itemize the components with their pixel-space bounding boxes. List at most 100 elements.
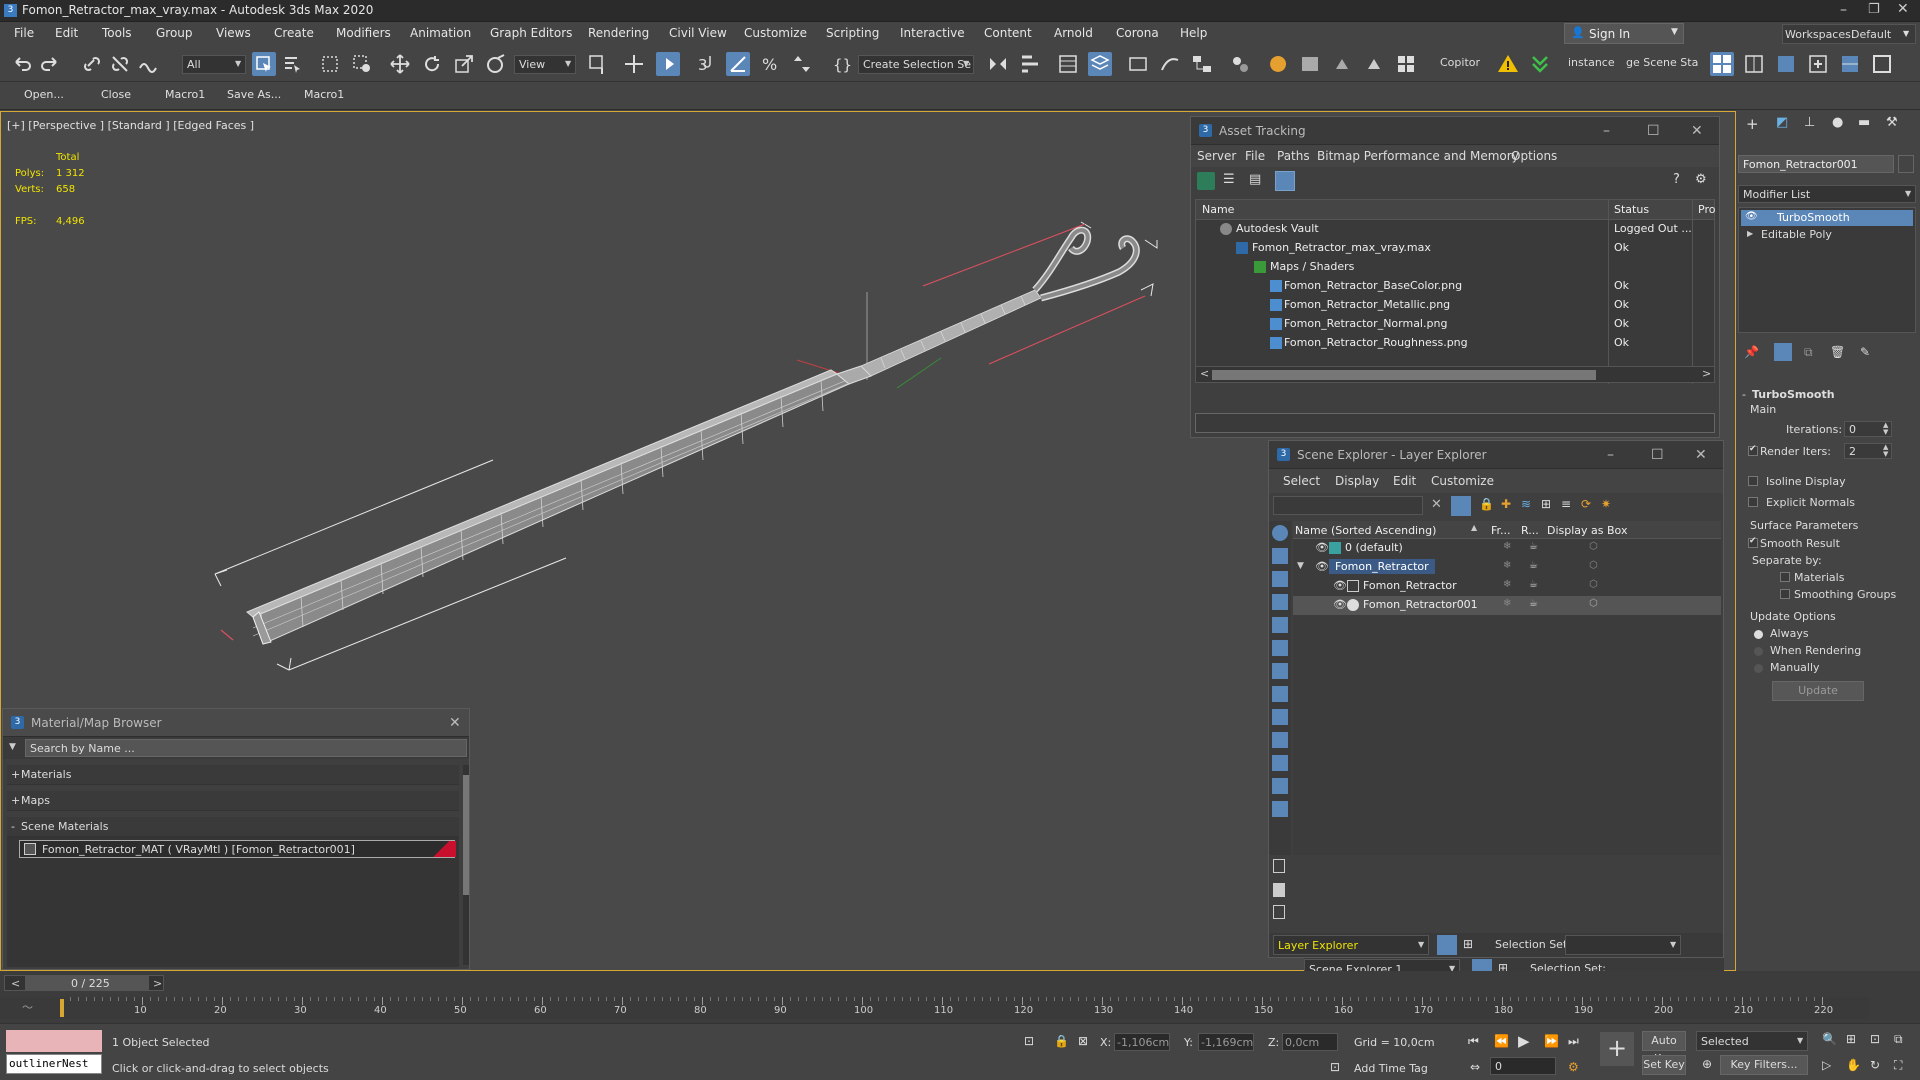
- stack-icon[interactable]: ≡: [1561, 497, 1571, 511]
- macro1-button[interactable]: Macro1: [165, 88, 205, 101]
- stack-item-turbosmooth[interactable]: 👁 TurboSmooth: [1741, 210, 1913, 226]
- display-geometry-icon[interactable]: [1272, 548, 1288, 564]
- goto-end-icon[interactable]: ⏭: [1568, 1034, 1579, 1049]
- box-icon[interactable]: ⬡: [1589, 541, 1598, 552]
- tree-row[interactable]: 👁 Fomon_Retractor001 ❄ ☕ ⬡: [1293, 596, 1721, 615]
- x-coordinate-field[interactable]: -1,106cm: [1114, 1033, 1170, 1051]
- goto-start-icon[interactable]: ⏮: [1468, 1034, 1479, 1049]
- always-radio[interactable]: [1754, 630, 1763, 639]
- hierarchy-tab-icon[interactable]: ⊥: [1804, 115, 1815, 130]
- menu-customize[interactable]: Customize: [744, 26, 807, 40]
- horizontal-scrollbar[interactable]: < >: [1196, 366, 1714, 382]
- settings-icon[interactable]: ⚙: [1695, 172, 1707, 187]
- display-cameras-icon[interactable]: [1272, 617, 1288, 633]
- menu-edit[interactable]: Edit: [1393, 474, 1416, 488]
- motion-tab-icon[interactable]: ●: [1832, 115, 1843, 130]
- curve-editor-mini-icon[interactable]: 〜: [22, 999, 33, 1015]
- materials-checkbox[interactable]: [1780, 572, 1790, 582]
- render-production-icon[interactable]: [1330, 52, 1354, 76]
- maxscript-input[interactable]: outlinerNest: [6, 1054, 102, 1074]
- redo-icon[interactable]: [38, 52, 62, 76]
- grid-view-icon[interactable]: [1275, 171, 1295, 191]
- table-row[interactable]: Fomon_Retractor_BaseColor.png Ok: [1196, 277, 1714, 296]
- when-rendering-radio[interactable]: [1754, 647, 1763, 656]
- material-item[interactable]: Fomon_Retractor_MAT ( VRayMtl ) [Fomon_R…: [19, 840, 456, 858]
- percent-snap-icon[interactable]: %: [758, 52, 782, 76]
- menu-rendering[interactable]: Rendering: [588, 26, 649, 40]
- configure-sets-icon[interactable]: ✎: [1860, 345, 1870, 359]
- column-name-sorted[interactable]: Name (Sorted Ascending): [1295, 524, 1436, 537]
- layout-split-icon[interactable]: [1838, 52, 1862, 76]
- scene-explorer-titlebar[interactable]: 3 Scene Explorer - Layer Explorer – ☐ ✕: [1269, 441, 1723, 469]
- menu-group[interactable]: Group: [156, 26, 193, 40]
- column-name[interactable]: Name: [1202, 203, 1234, 216]
- select-by-name-icon[interactable]: [280, 52, 304, 76]
- track-bar[interactable]: 〜 10 20 30 40 50 60 70 80 90 100 110 120 130 140 150 16…: [0, 997, 1870, 1019]
- link-icon[interactable]: [80, 52, 104, 76]
- menu-scripting[interactable]: Scripting: [826, 26, 879, 40]
- spinner-arrows-icon[interactable]: ▲ ▼: [1883, 422, 1888, 436]
- zoom-extents-icon[interactable]: ⊡: [1870, 1032, 1880, 1046]
- material-browser-titlebar[interactable]: 3 Material/Map Browser ✕: [3, 709, 469, 737]
- restore-icon[interactable]: ❐: [1868, 2, 1880, 17]
- table-row[interactable]: Maps / Shaders: [1196, 258, 1714, 277]
- help-icon[interactable]: ?: [1673, 172, 1680, 187]
- show-end-result-icon[interactable]: [1774, 343, 1792, 361]
- display-containers-icon[interactable]: [1272, 755, 1288, 771]
- clear-search-icon[interactable]: ✕: [1431, 497, 1442, 512]
- keyboard-shortcut-toggle-icon[interactable]: [656, 52, 680, 76]
- reference-coordinate-dropdown[interactable]: View ▼: [514, 55, 576, 74]
- spinner-snap-icon[interactable]: [790, 52, 814, 76]
- explorer-type-dropdown[interactable]: Layer Explorer ▼: [1273, 935, 1429, 955]
- manually-radio[interactable]: [1754, 664, 1763, 673]
- time-tag-icon[interactable]: ⊡: [1330, 1060, 1340, 1074]
- auto-key-button[interactable]: Auto Key: [1642, 1031, 1686, 1065]
- menu-modifiers[interactable]: Modifiers: [336, 26, 391, 40]
- eye-icon[interactable]: 👁: [1333, 579, 1347, 592]
- chevron-left-icon[interactable]: <: [11, 977, 20, 990]
- chevron-down-icon[interactable]: ▼: [9, 742, 16, 752]
- zoom-icon[interactable]: 🔍: [1822, 1032, 1837, 1046]
- zoom-all-icon[interactable]: ⊞: [1846, 1032, 1856, 1046]
- double-chevron-down-icon[interactable]: [1528, 52, 1552, 76]
- smooth-result-checkbox[interactable]: ✔: [1748, 536, 1758, 548]
- viewport-layout-icon[interactable]: [1710, 52, 1734, 76]
- maximize-icon[interactable]: ☐: [1647, 123, 1660, 139]
- rotate-icon[interactable]: [420, 52, 444, 76]
- table-row[interactable]: Fomon_Retractor_Normal.png Ok: [1196, 315, 1714, 334]
- schematic-view-icon[interactable]: [1190, 52, 1214, 76]
- maximize-viewport-toggle-icon[interactable]: ⛶: [1894, 1058, 1902, 1073]
- menu-file[interactable]: File: [14, 26, 34, 40]
- snaps-toggle-icon[interactable]: 3: [694, 52, 718, 76]
- scrollbar-thumb[interactable]: [463, 775, 469, 895]
- field-of-view-icon[interactable]: ▷: [1822, 1058, 1831, 1072]
- stack-item-editable-poly[interactable]: ▶ Editable Poly: [1741, 227, 1913, 243]
- layers-icon[interactable]: ≋: [1521, 497, 1531, 511]
- tree-row[interactable]: 👁 Fomon_Retractor ❄ ☕ ⬡: [1293, 577, 1721, 596]
- render-teapot-icon[interactable]: ☕: [1529, 579, 1538, 590]
- render-teapot-icon[interactable]: ☕: [1529, 541, 1538, 552]
- menu-animation[interactable]: Animation: [410, 26, 471, 40]
- menu-paths[interactable]: Paths: [1277, 149, 1310, 163]
- window-crossing-icon[interactable]: [350, 52, 374, 76]
- expand-arrow-icon[interactable]: ▶: [1747, 229, 1753, 238]
- material-editor-icon[interactable]: [1228, 52, 1252, 76]
- table-row[interactable]: Fomon_Retractor_max_vray.max Ok: [1196, 239, 1714, 258]
- selection-lock-icon[interactable]: 🔒: [1054, 1034, 1069, 1048]
- box-icon[interactable]: ⬡: [1589, 579, 1598, 590]
- box-icon[interactable]: ⬡: [1589, 598, 1598, 609]
- maximize-icon[interactable]: ☐: [1651, 447, 1664, 463]
- move-icon[interactable]: [388, 52, 412, 76]
- current-frame-field[interactable]: 0: [1490, 1057, 1556, 1075]
- zoom-extents-all-icon[interactable]: ⧉: [1894, 1032, 1903, 1047]
- section-scene-materials[interactable]: - Scene Materials: [7, 817, 459, 837]
- menu-corona[interactable]: Corona: [1116, 26, 1159, 40]
- iterations-spinner[interactable]: 0 ▲ ▼: [1844, 421, 1892, 437]
- menu-graph-editors[interactable]: Graph Editors: [490, 26, 572, 40]
- chevron-right-icon[interactable]: >: [1702, 367, 1711, 380]
- eye-icon[interactable]: 👁: [1745, 211, 1758, 222]
- display-bones-icon[interactable]: [1272, 732, 1288, 748]
- close-button[interactable]: Close: [101, 88, 131, 101]
- set-key-big-icon[interactable]: +: [1600, 1032, 1634, 1066]
- maxscript-listener-pink[interactable]: [6, 1030, 102, 1052]
